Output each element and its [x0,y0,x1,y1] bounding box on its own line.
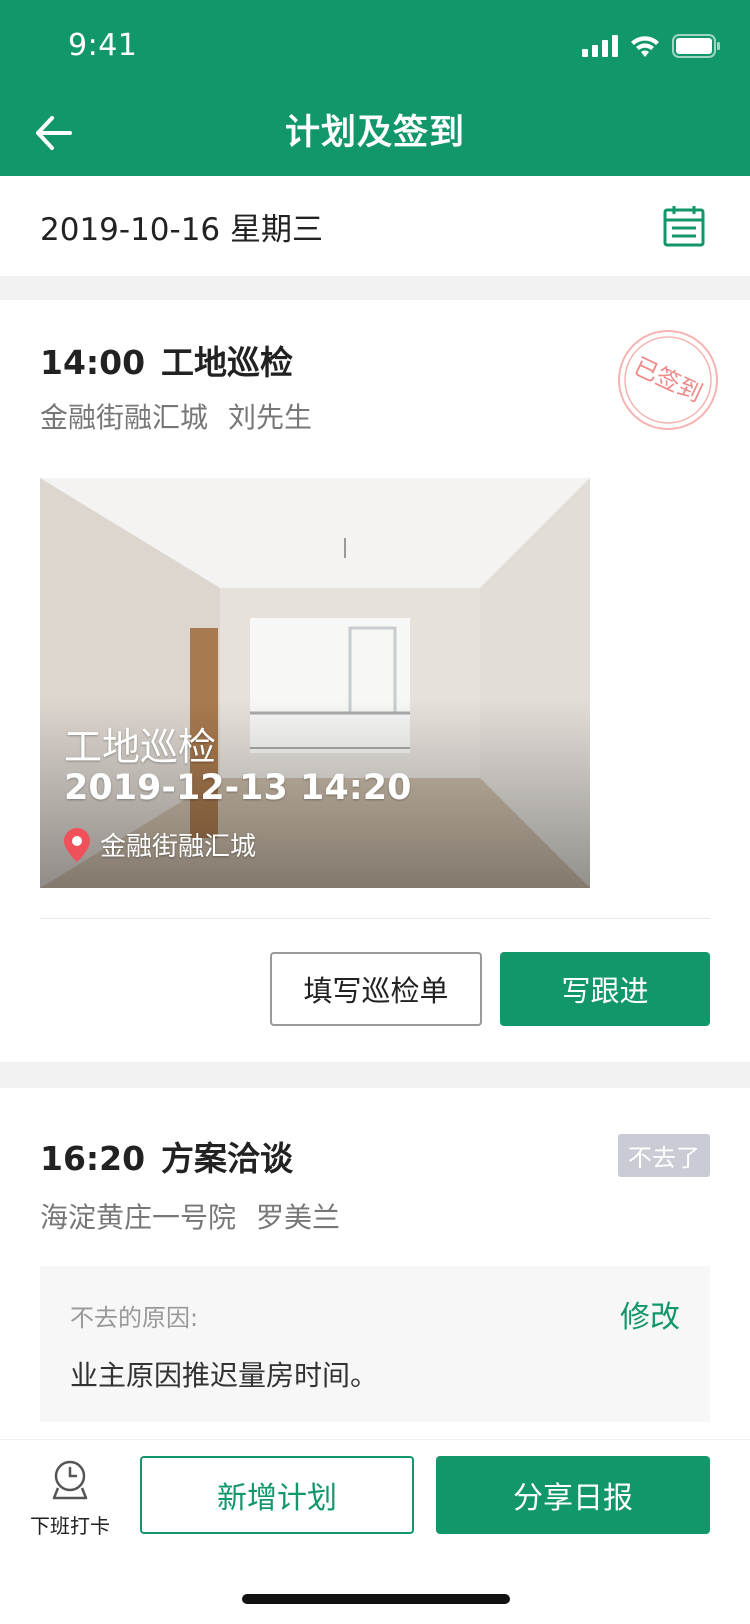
photo-location-label: 金融街融汇城 [100,832,257,862]
reason-box: 不去的原因: 修改 业主原因推迟量房时间。 [40,1266,710,1422]
add-plan-button[interactable]: 新增计划 [140,1456,414,1534]
inspection-photo[interactable]: 工地巡检 2019-12-13 14:20 金融街融汇城 [40,478,590,888]
stamp-label: 已签到 [629,352,706,408]
plan-contact: 罗美兰 [256,1201,341,1234]
location-pin-icon [64,827,90,862]
photo-datetime: 2019-12-13 14:20 [64,768,412,808]
plan-time: 14:00 [40,343,146,382]
plan-contact: 刘先生 [228,401,313,434]
follow-up-button[interactable]: 写跟进 [500,952,710,1026]
plan-heading: 14:00 工地巡检 [40,336,293,384]
status-icons [582,34,720,58]
signed-stamp: 已签到 [618,330,718,430]
fill-inspection-form-button[interactable]: 填写巡检单 [270,952,482,1026]
plan-subtitle: 金融街融汇城 刘先生 [40,396,312,436]
plan-heading: 16:20 方案洽谈 [40,1132,293,1180]
wifi-icon [631,36,659,57]
plan-location: 海淀黄庄一号院 [40,1201,237,1234]
plan-time: 16:20 [40,1139,146,1178]
photo-location: 金融街融汇城 [64,826,256,863]
current-date: 2019-10-16 星期三 [40,212,324,248]
plan-card: 14:00 工地巡检 金融街融汇城 刘先生 已签到 工地巡检 2019-12-13 … [0,300,750,1062]
page-title: 计划及签到 [284,113,465,153]
share-daily-report-button[interactable]: 分享日报 [436,1456,710,1534]
photo-title: 工地巡检 [64,725,217,769]
plan-subtitle: 海淀黄庄一号院 罗美兰 [40,1196,340,1236]
plan-card: 16:20 方案洽谈 不去了 海淀黄庄一号院 罗美兰 不去的原因: 修改 业主原因推… [0,1088,750,1440]
plan-location: 金融街融汇城 [40,401,209,434]
clockout-label: 下班打卡 [30,1514,110,1538]
status-time: 9:41 [68,28,138,63]
edit-reason-link[interactable]: 修改 [620,1292,680,1336]
app-header: 9:41 计划及签到 [0,0,750,176]
status-badge: 不去了 [618,1134,710,1177]
date-bar: 2019-10-16 星期三 [0,176,750,276]
home-indicator [242,1594,510,1604]
calendar-icon[interactable] [662,204,706,248]
battery-icon [672,34,720,58]
clockout-button[interactable]: 下班打卡 [24,1460,116,1550]
plan-title: 方案洽谈 [161,1139,294,1178]
divider [40,918,710,919]
reason-label: 不去的原因: [70,1304,199,1332]
clock-location-icon [52,1460,88,1500]
reason-text: 业主原因推迟量房时间。 [70,1359,379,1392]
signal-icon [582,35,618,57]
plan-title: 工地巡检 [161,343,294,382]
